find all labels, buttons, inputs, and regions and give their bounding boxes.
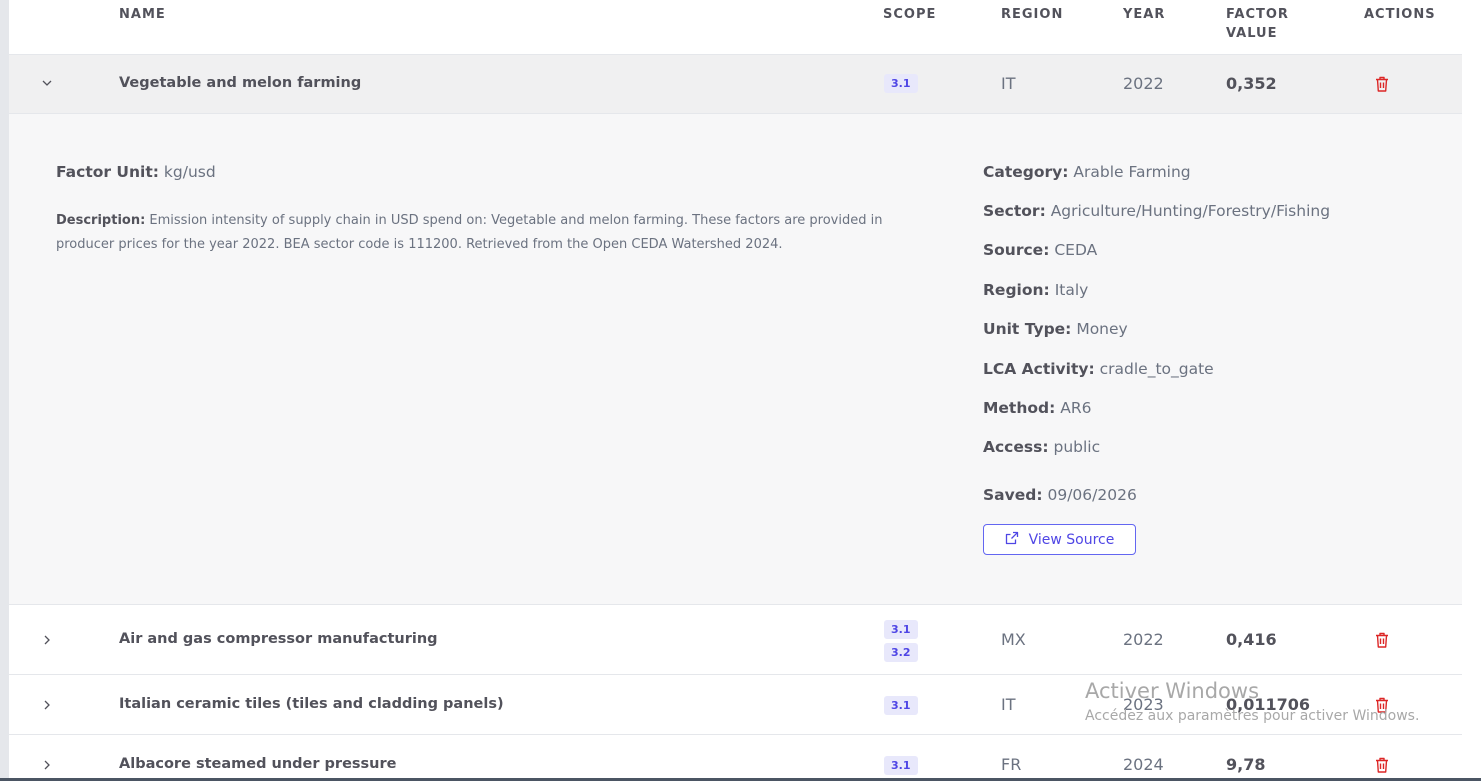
factor-unit-value: kg/usd [163, 163, 216, 181]
column-header-name[interactable]: NAME [119, 5, 166, 24]
row-name: Italian ceramic tiles (tiles and claddin… [119, 696, 504, 712]
detail-unit-type: Unit Type: Money [983, 320, 1128, 338]
detail-source-value: CEDA [1054, 241, 1098, 259]
detail-method-label: Method: [983, 399, 1056, 417]
column-header-region[interactable]: REGION [1001, 5, 1063, 24]
row-factor-value: 0,416 [1226, 630, 1277, 649]
detail-lca-activity-label: LCA Activity: [983, 360, 1095, 378]
detail-sector-value: Agriculture/Hunting/Forestry/Fishing [1050, 202, 1331, 220]
chevron-right-icon[interactable] [41, 699, 53, 711]
description: Description: Emission intensity of suppl… [56, 209, 936, 257]
row-region: IT [1001, 695, 1016, 714]
table-row[interactable]: Air and gas compressor manufacturing 3.1… [9, 605, 1462, 675]
detail-category: Category: Arable Farming [983, 163, 1191, 181]
scope-badge: 3.1 [884, 620, 918, 639]
scope-badge: 3.1 [884, 696, 918, 715]
trash-icon[interactable] [1373, 696, 1391, 714]
detail-region: Region: Italy [983, 281, 1088, 299]
row-year: 2022 [1123, 74, 1164, 93]
scope-badge: 3.1 [884, 74, 918, 93]
detail-sector-label: Sector: [983, 202, 1046, 220]
view-source-label: View Source [1028, 531, 1115, 548]
chevron-right-icon[interactable] [41, 759, 53, 771]
detail-category-label: Category: [983, 163, 1069, 181]
column-header-actions: ACTIONS [1364, 7, 1436, 22]
scope-badges: 3.1 [884, 756, 918, 778]
column-header-scope[interactable]: SCOPE [883, 5, 936, 24]
detail-source: Source: CEDA [983, 241, 1097, 259]
detail-lca-activity: LCA Activity: cradle_to_gate [983, 360, 1214, 378]
row-factor-value: 0,352 [1226, 74, 1277, 93]
scope-badge: 3.2 [884, 643, 918, 662]
row-year: 2023 [1123, 695, 1164, 714]
detail-lca-activity-value: cradle_to_gate [1099, 360, 1214, 378]
table-row[interactable]: Vegetable and melon farming 3.1 IT 2022 … [9, 55, 1462, 114]
chevron-right-icon[interactable] [41, 634, 53, 646]
row-factor-value: 0,011706 [1226, 695, 1311, 714]
detail-category-value: Arable Farming [1073, 163, 1191, 181]
detail-method: Method: AR6 [983, 399, 1092, 417]
emission-factors-table: NAME SCOPE REGION YEAR FACTOR VALUE ACTI… [9, 0, 1462, 778]
chevron-down-icon[interactable] [41, 77, 53, 89]
trash-icon[interactable] [1373, 631, 1391, 649]
trash-icon[interactable] [1373, 75, 1391, 93]
detail-access-label: Access: [983, 438, 1049, 456]
row-region: IT [1001, 74, 1016, 93]
detail-unit-type-label: Unit Type: [983, 320, 1072, 338]
row-year: 2022 [1123, 630, 1164, 649]
detail-saved-label: Saved: [983, 486, 1043, 504]
scope-badges: 3.1 [884, 74, 918, 97]
detail-saved-value: 09/06/2026 [1047, 486, 1137, 504]
detail-sector: Sector: Agriculture/Hunting/Forestry/Fis… [983, 202, 1330, 220]
detail-method-value: AR6 [1060, 399, 1092, 417]
row-name: Vegetable and melon farming [119, 75, 362, 91]
detail-access-value: public [1053, 438, 1101, 456]
table-header: NAME SCOPE REGION YEAR FACTOR VALUE ACTI… [9, 0, 1462, 55]
row-detail-panel: Factor Unit: kg/usd Description: Emissio… [9, 114, 1462, 605]
external-link-icon [1005, 531, 1019, 549]
row-name: Albacore steamed under pressure [119, 756, 397, 772]
row-region: MX [1001, 630, 1026, 649]
detail-region-value: Italy [1054, 281, 1089, 299]
column-header-year[interactable]: YEAR [1123, 5, 1165, 24]
trash-icon[interactable] [1373, 756, 1391, 774]
scope-badges: 3.1 [884, 696, 918, 719]
table-row[interactable]: Italian ceramic tiles (tiles and claddin… [9, 675, 1462, 735]
window-right-margin [1462, 0, 1481, 781]
view-source-button[interactable]: View Source [983, 524, 1136, 555]
row-year: 2024 [1123, 755, 1164, 774]
column-header-factor-value[interactable]: FACTOR VALUE [1226, 5, 1289, 43]
column-header-factor-value-line1: FACTOR [1226, 7, 1289, 22]
row-name: Air and gas compressor manufacturing [119, 631, 438, 647]
detail-source-label: Source: [983, 241, 1050, 259]
detail-access: Access: public [983, 438, 1100, 456]
row-region: FR [1001, 755, 1022, 774]
column-header-factor-value-line2: VALUE [1226, 26, 1278, 41]
description-text: Emission intensity of supply chain in US… [56, 213, 883, 252]
scope-badge: 3.1 [884, 756, 918, 775]
factor-unit-label: Factor Unit: [56, 163, 159, 181]
detail-region-label: Region: [983, 281, 1050, 299]
description-label: Description: [56, 213, 146, 228]
table-row[interactable]: Albacore steamed under pressure 3.1 FR 2… [9, 735, 1462, 778]
detail-unit-type-value: Money [1076, 320, 1128, 338]
detail-saved: Saved: 09/06/2026 [983, 486, 1137, 504]
row-factor-value: 9,78 [1226, 755, 1266, 774]
window-left-border [0, 0, 9, 781]
scope-badges: 3.1 3.2 [884, 620, 918, 666]
factor-unit: Factor Unit: kg/usd [56, 163, 216, 181]
